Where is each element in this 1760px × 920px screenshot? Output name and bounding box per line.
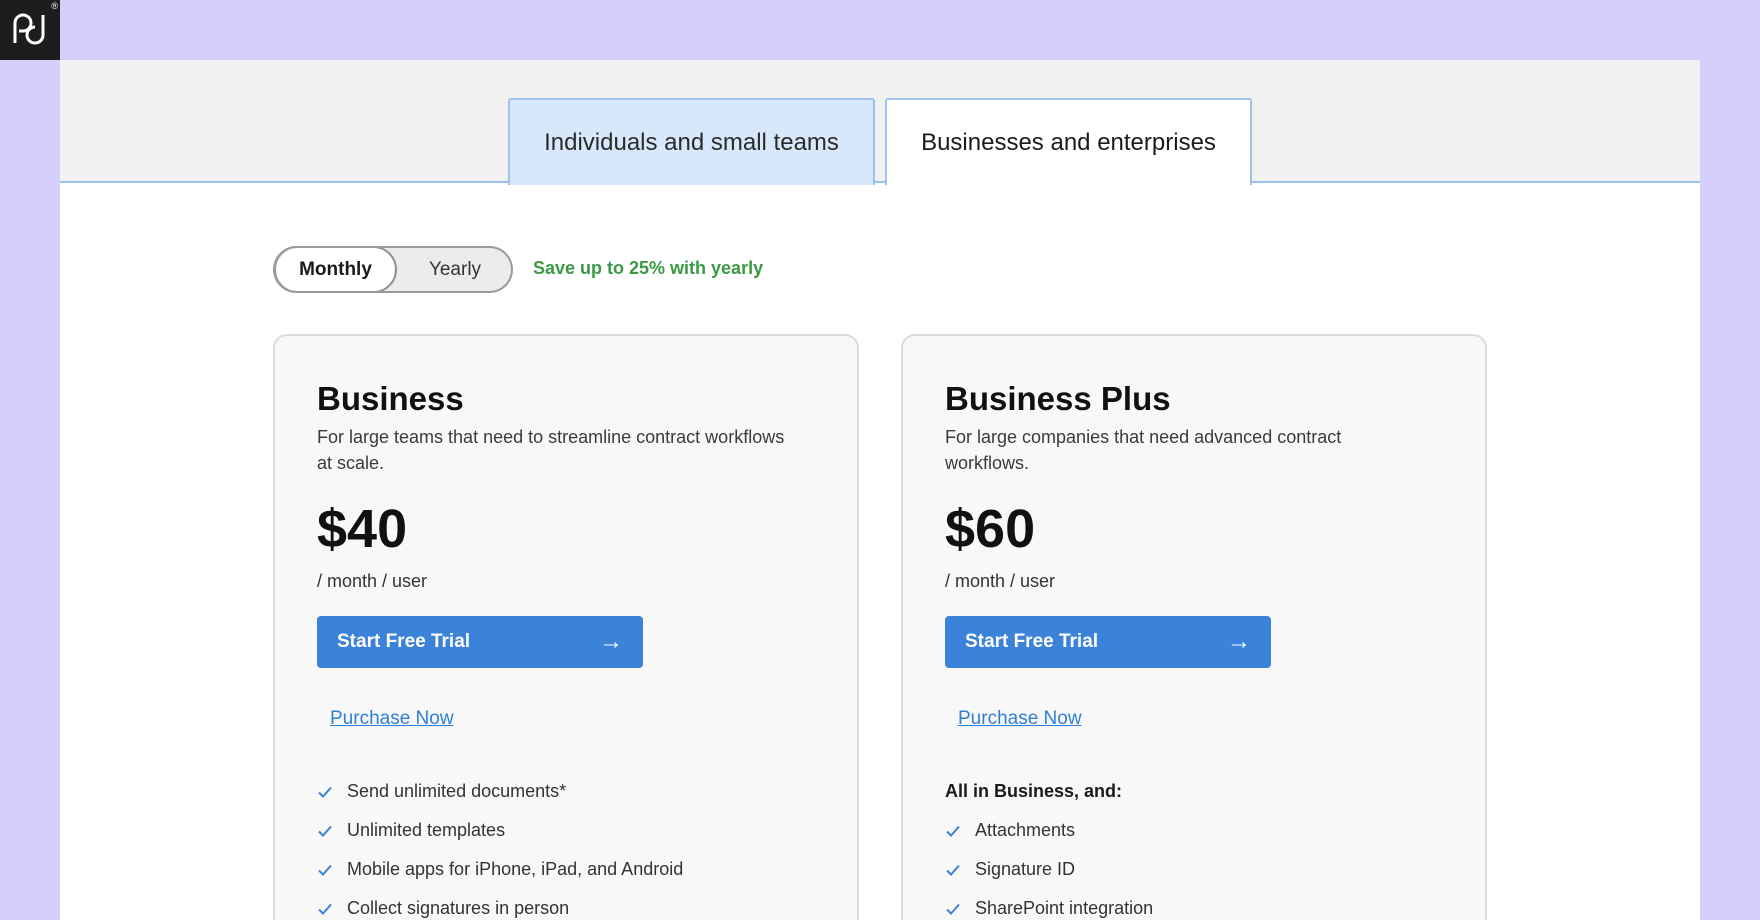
list-item: Collect signatures in person <box>317 889 683 920</box>
list-item: Attachments <box>945 811 1153 850</box>
tab-label: Individuals and small teams <box>544 128 839 156</box>
plan-price-unit: / month / user <box>945 571 1056 591</box>
list-item: Signature ID <box>945 850 1153 889</box>
purchase-now-link[interactable]: Purchase Now <box>958 708 1082 730</box>
plan-card-business-plus: Business Plus For large companies that n… <box>901 334 1487 920</box>
pd-logo-icon <box>13 13 45 45</box>
plan-price: $60 <box>945 499 1036 559</box>
yearly-label: Yearly <box>428 258 482 280</box>
plan-name: Business <box>317 380 464 417</box>
cta-label: Start Free Trial <box>337 631 471 652</box>
yearly-savings-note: Save up to 25% with yearly <box>533 258 764 278</box>
plan-price: $40 <box>317 499 408 559</box>
list-item: SharePoint integration <box>945 889 1153 920</box>
cta-label: Start Free Trial <box>965 631 1099 652</box>
purchase-now-link[interactable]: Purchase Now <box>330 708 454 730</box>
brand-logo: ® <box>0 0 60 60</box>
list-item: Send unlimited documents* <box>317 772 683 811</box>
feature-text: SharePoint integration <box>975 898 1154 918</box>
plan-tabs: Individuals and small teams Businesses a… <box>60 60 1700 185</box>
tab-businesses[interactable]: Businesses and enterprises <box>885 98 1252 185</box>
feature-text: Send unlimited documents* <box>347 781 567 801</box>
check-icon <box>946 903 960 915</box>
monthly-label: Monthly <box>299 258 372 280</box>
tab-individuals[interactable]: Individuals and small teams <box>508 98 875 185</box>
feature-list: All in Business, and: Attachments Signat… <box>945 772 1153 920</box>
plan-description: For large companies that need advanced c… <box>945 427 1342 473</box>
feature-text: Attachments <box>975 820 1076 840</box>
check-icon <box>946 825 960 837</box>
feature-text: Signature ID <box>975 859 1076 879</box>
check-icon <box>318 825 332 837</box>
arrow-right-icon: → <box>1227 628 1251 655</box>
billing-toggle: Yearly Monthly <box>273 246 513 293</box>
list-item: Unlimited templates <box>317 811 683 850</box>
start-free-trial-button[interactable]: Start Free Trial → <box>945 616 1271 668</box>
monthly-option[interactable]: Monthly <box>275 248 397 291</box>
feature-heading: All in Business, and: <box>945 781 1123 801</box>
check-icon <box>318 864 332 876</box>
plan-description: For large teams that need to streamline … <box>317 427 785 473</box>
arrow-right-icon: → <box>599 628 623 655</box>
plan-card-business: Business For large teams that need to st… <box>273 334 859 920</box>
start-free-trial-button[interactable]: Start Free Trial → <box>317 616 643 668</box>
feature-text: Unlimited templates <box>347 820 506 840</box>
plan-name: Business Plus <box>945 380 1171 417</box>
tab-label: Businesses and enterprises <box>921 128 1216 156</box>
yearly-option[interactable]: Yearly <box>397 248 511 291</box>
feature-text: Collect signatures in person <box>347 898 570 918</box>
check-icon <box>946 864 960 876</box>
plan-price-unit: / month / user <box>317 571 428 591</box>
list-item: Mobile apps for iPhone, iPad, and Androi… <box>317 850 683 889</box>
feature-list: Send unlimited documents* Unlimited temp… <box>317 772 683 920</box>
check-icon <box>318 903 332 915</box>
check-icon <box>318 786 332 798</box>
feature-text: Mobile apps for iPhone, iPad, and Androi… <box>347 859 684 879</box>
pricing-panel: Individuals and small teams Businesses a… <box>60 60 1700 920</box>
